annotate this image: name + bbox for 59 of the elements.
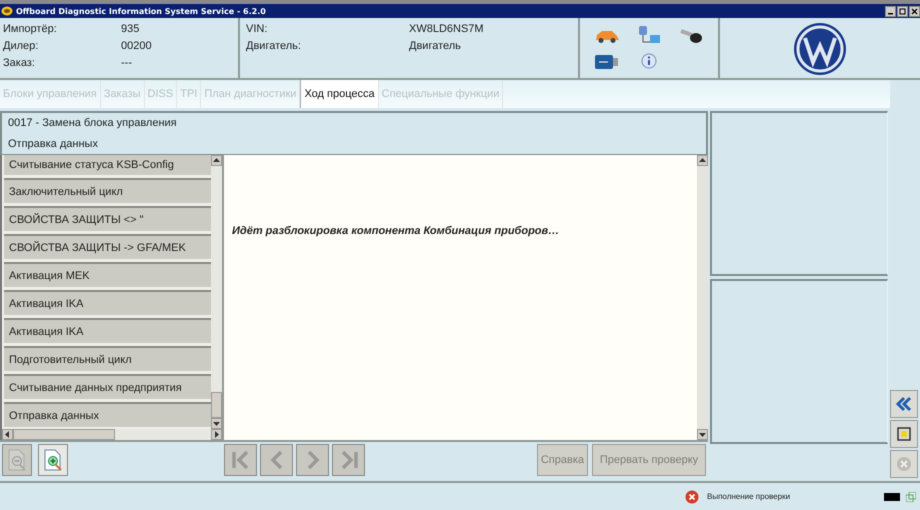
step-item[interactable]: Заключительный цикл <box>4 178 211 203</box>
scrollbar[interactable] <box>2 429 222 440</box>
step-item[interactable]: Считывание статуса KSB-Config <box>4 155 211 175</box>
step-title: Отправка данных <box>8 138 99 150</box>
scroll-thumb[interactable] <box>13 429 115 440</box>
step-item[interactable]: Подготовительный цикл <box>4 346 211 371</box>
frame-button[interactable] <box>890 420 918 448</box>
window-title: Offboard Diagnostic Information System Service - 6.2.0 <box>16 6 266 16</box>
field-label: Заказ: <box>3 56 36 70</box>
info-icon[interactable] <box>641 53 657 71</box>
field-value: 00200 <box>121 39 153 53</box>
windows-icon <box>906 492 916 502</box>
minimize-button[interactable] <box>885 6 896 16</box>
scroll-up-button[interactable] <box>211 155 222 166</box>
zoom-out-icon <box>6 448 28 472</box>
field-value: Двигатель <box>409 39 462 53</box>
error-icon <box>685 490 699 504</box>
scrollbar[interactable] <box>211 155 222 429</box>
field-value: --- <box>121 56 133 70</box>
scroll-up-button[interactable] <box>697 155 708 166</box>
scroll-down-button[interactable] <box>697 429 708 440</box>
step-item[interactable]: Считывание данных предприятия <box>4 374 211 399</box>
key-icon[interactable] <box>679 28 703 44</box>
maximize-button[interactable] <box>897 6 908 16</box>
scrollbar[interactable] <box>697 155 708 440</box>
field-value: XW8LD6NS7M <box>409 22 485 36</box>
field-label: Импортёр: <box>3 22 58 36</box>
close-button[interactable] <box>909 6 920 16</box>
scroll-down-button[interactable] <box>211 418 222 429</box>
logo-icon <box>793 22 847 76</box>
step-item[interactable]: Активация MEK <box>4 262 211 287</box>
zoom-in-icon <box>42 448 64 472</box>
tab[interactable]: Ход процесса <box>300 80 379 108</box>
double-chevron-icon <box>895 395 913 413</box>
field-value: 935 <box>121 22 140 36</box>
step-item[interactable]: Активация IKA <box>4 290 211 315</box>
step-item[interactable]: СВОЙСТВА ЗАЩИТЫ -> GFA/MEK <box>4 234 211 259</box>
maximize-icon <box>899 8 906 14</box>
step-item[interactable]: Активация IKA <box>4 318 211 343</box>
scroll-left-button[interactable] <box>2 429 13 440</box>
step-item[interactable]: СВОЙСТВА ЗАЩИТЫ <> " <box>4 206 211 231</box>
cancel-icon <box>895 455 913 473</box>
field-label: Двигатель: <box>246 39 302 53</box>
app-icon <box>1 6 13 16</box>
field-label: VIN: <box>246 22 268 36</box>
scroll-right-button[interactable] <box>211 429 222 440</box>
zoom-in-button[interactable] <box>38 444 68 476</box>
usb-drive-icon[interactable] <box>595 55 619 69</box>
collapse-button[interactable] <box>890 390 918 418</box>
scroll-thumb[interactable] <box>211 392 222 418</box>
field-label: Дилер: <box>3 39 40 53</box>
status-text: Выполнение проверки <box>707 492 790 501</box>
indicator-icon <box>884 492 900 500</box>
car-icon[interactable] <box>594 29 620 43</box>
status-message: Идёт разблокировка компонента Комбинация приборов… <box>232 225 560 237</box>
procedure-title: 0017 - Замена блока управления <box>8 117 178 130</box>
close-icon <box>911 8 918 14</box>
step-item[interactable]: Отправка данных <box>4 402 211 427</box>
frame-icon <box>895 425 913 443</box>
